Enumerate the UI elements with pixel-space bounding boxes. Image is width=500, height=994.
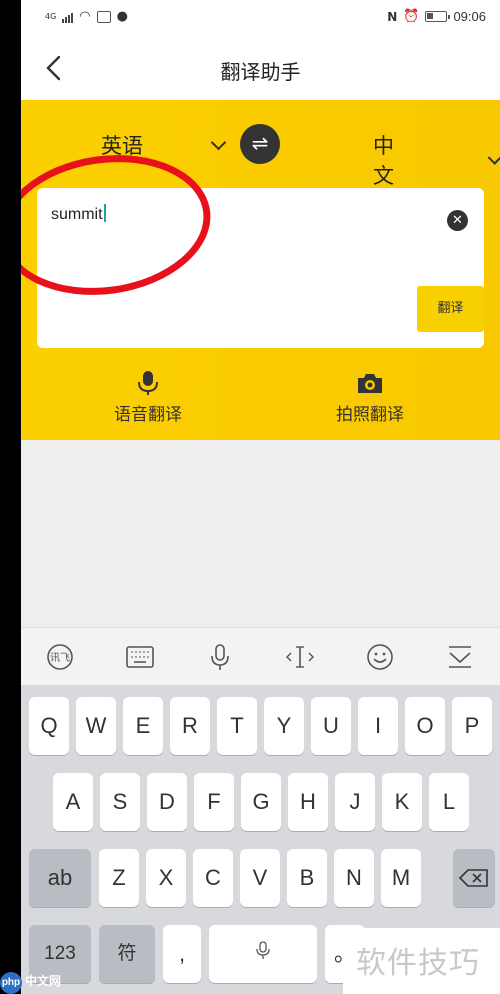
target-language-selector[interactable]: 中文 [373,130,500,190]
key-q[interactable]: Q [29,697,69,755]
key-z[interactable]: Z [99,849,139,907]
swap-icon: ⇌ [251,131,269,155]
keyboard-toolbar: 讯飞 [21,627,500,685]
nfc-icon: N [387,9,398,24]
source-language-label: 英语 [101,134,143,158]
voice-translate-label: 语音翻译 [114,405,182,425]
translation-panel: 英语 ⇌ 中文 summit ✕ 翻译 语音翻译 拍照翻译 [21,100,500,440]
microphone-icon [256,941,270,959]
key-b[interactable]: B [287,849,327,907]
photo-translate-label: 拍照翻译 [336,405,404,425]
alarm-icon: ⏰ [403,9,420,24]
toolbar-mic-svg [211,644,229,670]
status-right: N ⏰ 09:06 [387,9,486,24]
php-watermark: php 中文网 [0,972,61,994]
key-a[interactable]: A [53,773,93,831]
signal-icon [62,11,74,23]
keyboard-icon[interactable] [125,642,155,672]
php-site-text: 中文网 [25,974,62,988]
status-bar: 4G ◠ ● N ⏰ 09:06 [21,0,500,36]
key-d[interactable]: D [147,773,187,831]
target-language-label: 中文 [373,134,394,188]
microphone-icon [138,371,158,395]
microphone-icon[interactable] [205,642,235,672]
key-t[interactable]: T [217,697,257,755]
key-m[interactable]: M [381,849,421,907]
backspace-icon [458,869,488,887]
battery-icon [425,11,451,22]
iflytek-logo-icon[interactable]: 讯飞 [45,642,75,672]
key-g[interactable]: G [241,773,281,831]
key-x[interactable]: X [146,849,186,907]
key-i[interactable]: I [358,697,398,755]
key-w[interactable]: W [76,697,116,755]
key-l[interactable]: L [429,773,469,831]
phone-screen: 4G ◠ ● N ⏰ 09:06 翻译助手 英语 ⇌ 中文 summit ✕ 翻… [21,0,500,994]
text-cursor [103,204,106,222]
chevron-down-icon [487,149,500,165]
close-icon: ✕ [452,213,463,228]
swap-languages-button[interactable]: ⇌ [240,124,280,164]
key-s[interactable]: S [100,773,140,831]
key-h[interactable]: H [288,773,328,831]
app-bar: 翻译助手 [21,36,500,100]
emoji-icon-svg [367,644,393,670]
emoji-icon[interactable] [365,642,395,672]
key-e[interactable]: E [123,697,163,755]
key-y[interactable]: Y [264,697,304,755]
key-c[interactable]: C [193,849,233,907]
space-key[interactable] [209,925,317,983]
iflytek-logo-icon-svg: 讯飞 [47,644,73,670]
collapse-keyboard-icon[interactable] [445,642,475,672]
key-v[interactable]: V [240,849,280,907]
clock: 09:06 [453,9,486,24]
translate-button[interactable]: 翻译 [417,286,484,332]
sim-icon [96,10,111,23]
key-j[interactable]: J [335,773,375,831]
backspace-key[interactable] [453,849,495,907]
key-p[interactable]: P [452,697,492,755]
key-f[interactable]: F [194,773,234,831]
photo-translate-button[interactable]: 拍照翻译 [290,370,450,425]
svg-text:讯飞: 讯飞 [50,652,70,664]
status-left: 4G ◠ ● [45,9,128,24]
voice-translate-button[interactable]: 语音翻译 [68,370,228,425]
watermark-text: 软件技巧 [356,946,480,981]
keyboard-icon-svg [126,646,154,668]
collapse-keyboard-svg [449,646,471,668]
input-text-container[interactable]: summit [51,204,106,224]
cursor-icon[interactable] [285,642,315,672]
network-label: 4G [45,12,57,21]
key-n[interactable]: N [334,849,374,907]
camera-icon [358,374,382,393]
source-language-selector[interactable]: 英语 [101,130,227,160]
content-area [21,440,500,627]
key-r[interactable]: R [170,697,210,755]
input-text: summit [51,206,103,223]
page-title: 翻译助手 [220,60,301,84]
php-logo: php [0,972,22,994]
clear-button[interactable]: ✕ [447,210,468,231]
key-o[interactable]: O [405,697,445,755]
chevron-down-icon [210,134,227,150]
key-k[interactable]: K [382,773,422,831]
key-comma[interactable]: , [163,925,201,983]
key-symbols[interactable]: 符 [99,925,155,983]
cursor-icon-svg [286,646,314,668]
key-ab[interactable]: ab [29,849,91,907]
key-u[interactable]: U [311,697,351,755]
translation-input-area[interactable]: summit ✕ 翻译 [37,188,484,348]
wifi-icon: ◠ [79,9,91,24]
wechat-icon: ● [116,9,128,24]
